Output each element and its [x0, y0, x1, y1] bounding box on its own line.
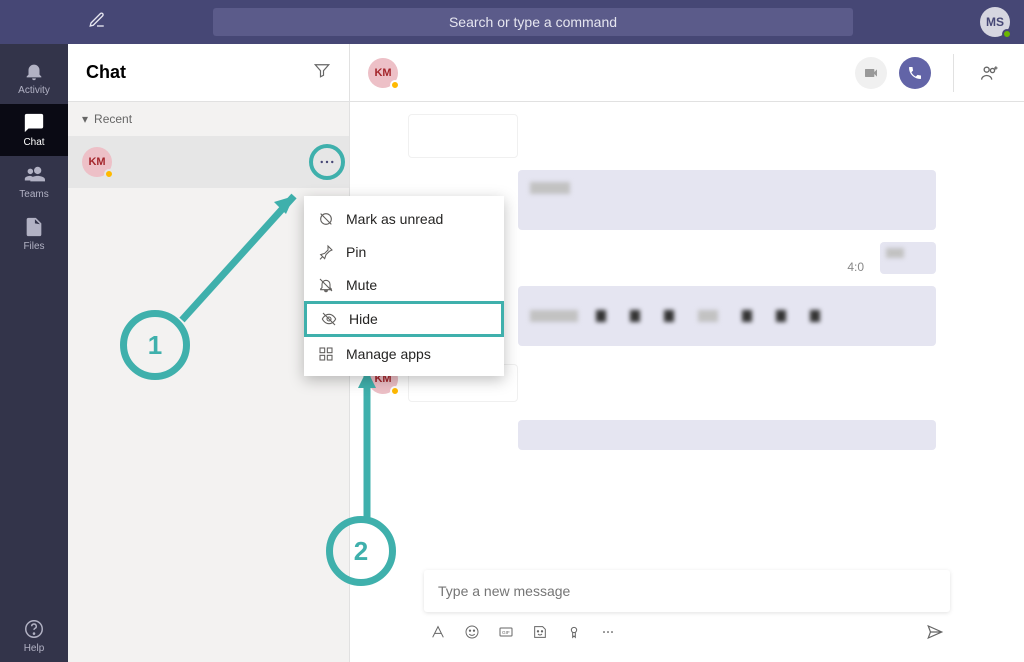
people-add-icon: [980, 63, 1000, 83]
rail-activity[interactable]: Activity: [0, 52, 68, 104]
chevron-down-icon: ▾: [82, 112, 88, 126]
menu-label: Mute: [346, 277, 377, 293]
message-bubble[interactable]: [518, 420, 936, 450]
presence-away-icon: [104, 169, 114, 179]
rail-files-label: Files: [23, 241, 44, 252]
user-initials: MS: [986, 15, 1004, 29]
add-people-button[interactable]: [974, 57, 1006, 89]
chat-list-item[interactable]: KM: [68, 136, 349, 188]
message-input[interactable]: [438, 583, 936, 599]
composer-area: GIF: [350, 570, 1024, 662]
send-icon[interactable]: [926, 623, 944, 646]
presence-away-icon: [390, 80, 400, 90]
message-bubble[interactable]: [408, 114, 518, 158]
context-menu: Mark as unread Pin Mute Hide Manage apps: [304, 196, 504, 376]
menu-label: Hide: [349, 311, 378, 327]
presence-available-icon: [1002, 29, 1012, 39]
mark-unread-icon: [318, 211, 334, 227]
message-timestamp: 4:0: [847, 260, 864, 274]
menu-hide[interactable]: Hide: [304, 301, 504, 337]
message-bubble[interactable]: [518, 170, 936, 230]
svg-text:GIF: GIF: [502, 630, 510, 635]
more-options-button[interactable]: [309, 144, 345, 180]
video-call-button[interactable]: [855, 57, 887, 89]
conversation-header: KM: [350, 44, 1024, 102]
composer-toolbar: GIF: [424, 612, 950, 648]
rail-chat[interactable]: Chat: [0, 104, 68, 156]
chat-icon: [23, 112, 45, 134]
praise-icon[interactable]: [566, 624, 582, 645]
menu-label: Pin: [346, 244, 366, 260]
header-divider: [953, 54, 954, 92]
audio-call-button[interactable]: [899, 57, 931, 89]
conv-avatar-initials: KM: [374, 67, 391, 79]
gif-icon[interactable]: GIF: [498, 624, 514, 645]
message-bubble[interactable]: [880, 242, 936, 274]
mute-icon: [318, 277, 334, 293]
chat-item-avatar: KM: [82, 147, 112, 177]
menu-label: Mark as unread: [346, 211, 443, 227]
section-label: Recent: [94, 112, 132, 126]
hide-icon: [321, 311, 337, 327]
rail-teams[interactable]: Teams: [0, 156, 68, 208]
section-recent[interactable]: ▾ Recent: [68, 102, 349, 136]
top-bar: MS: [0, 0, 1024, 44]
message-row-me: [368, 420, 936, 450]
main-area: Activity Chat Teams Files Help Chat ▾: [0, 44, 1024, 662]
apps-icon: [318, 346, 334, 362]
pin-icon: [318, 244, 334, 260]
files-icon: [23, 216, 45, 238]
teams-icon: [23, 164, 45, 186]
rail-activity-label: Activity: [18, 85, 50, 96]
rail-teams-label: Teams: [19, 189, 48, 200]
rail-help[interactable]: Help: [0, 610, 68, 662]
rail-files[interactable]: Files: [0, 208, 68, 260]
video-icon: [863, 65, 879, 81]
chat-item-initials: KM: [88, 156, 105, 168]
phone-icon: [907, 65, 923, 81]
filter-icon[interactable]: [313, 61, 331, 84]
sidebar-header: Chat: [68, 44, 349, 102]
menu-manage-apps[interactable]: Manage apps: [304, 337, 504, 370]
menu-pin[interactable]: Pin: [304, 235, 504, 268]
message-row-other: [368, 114, 936, 158]
rail-chat-label: Chat: [23, 137, 44, 148]
rail-help-label: Help: [24, 643, 45, 654]
bell-icon: [23, 60, 45, 82]
conversation-avatar[interactable]: KM: [368, 58, 398, 88]
search-input[interactable]: [213, 8, 853, 36]
sticker-icon[interactable]: [532, 624, 548, 645]
message-bubble[interactable]: [518, 286, 936, 346]
search-wrap: [106, 8, 960, 36]
ellipsis-icon: [318, 153, 336, 171]
menu-mute[interactable]: Mute: [304, 268, 504, 301]
composer-box[interactable]: [424, 570, 950, 612]
app-rail: Activity Chat Teams Files Help: [0, 44, 68, 662]
emoji-icon[interactable]: [464, 624, 480, 645]
format-icon[interactable]: [430, 624, 446, 645]
sidebar-title: Chat: [86, 62, 126, 83]
menu-label: Manage apps: [346, 346, 431, 362]
help-icon: [23, 618, 45, 640]
more-icon[interactable]: [600, 624, 616, 645]
compose-icon[interactable]: [88, 11, 106, 34]
user-avatar[interactable]: MS: [980, 7, 1010, 37]
menu-mark-unread[interactable]: Mark as unread: [304, 202, 504, 235]
presence-away-icon: [390, 386, 400, 396]
